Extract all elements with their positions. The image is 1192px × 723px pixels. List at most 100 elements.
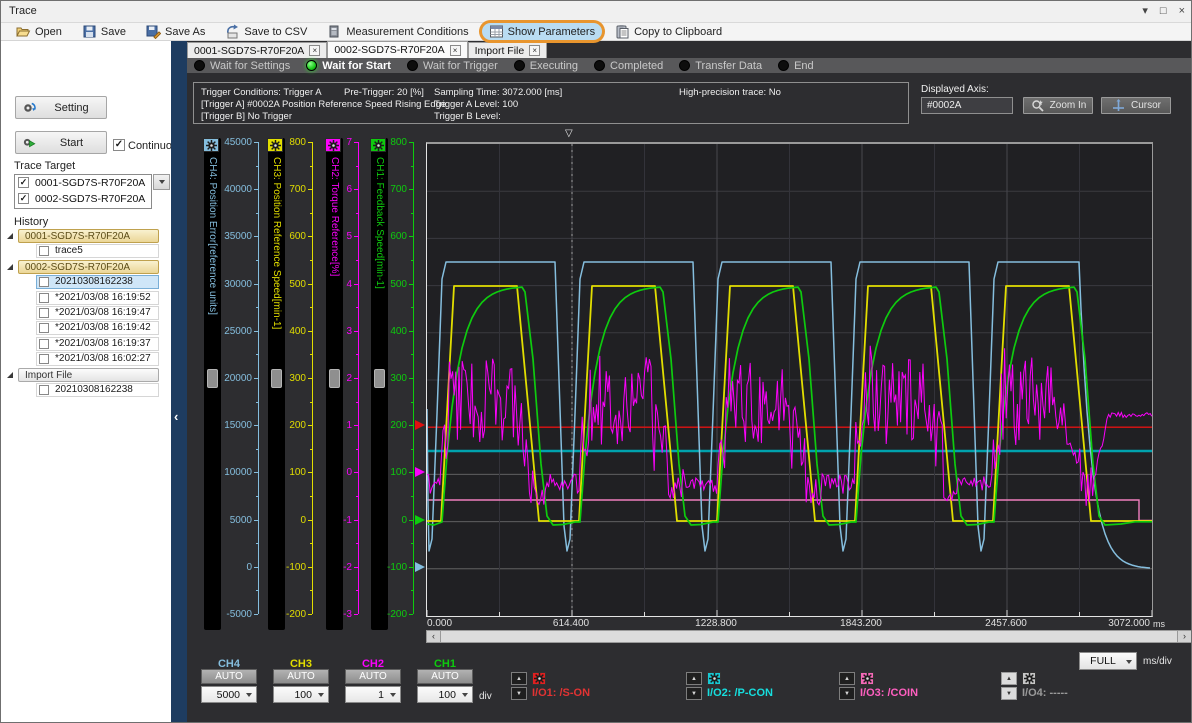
trace-target-checkbox[interactable]: ✓ [18, 193, 29, 204]
auto-scale-button-ch4[interactable]: AUTO [201, 669, 257, 684]
history-item-checkbox[interactable] [39, 385, 49, 395]
scroll-right-icon[interactable]: › [1178, 631, 1191, 642]
io-up-button[interactable]: ▲ [511, 672, 527, 685]
toolbar-save-button[interactable]: Save [75, 23, 133, 40]
axis-tick-label: 800 [282, 137, 306, 148]
displayed-axis-select[interactable]: #0002A [921, 97, 1013, 114]
history-item-checkbox[interactable] [39, 246, 49, 256]
io-settings-gear-icon[interactable] [532, 672, 546, 685]
auto-scale-button-ch2[interactable]: AUTO [345, 669, 401, 684]
plot-region[interactable] [426, 142, 1153, 617]
window-close-button[interactable]: × [1179, 4, 1185, 19]
history-item-checkbox[interactable] [39, 308, 49, 318]
plot-horizontal-scrollbar[interactable]: ‹› [426, 630, 1192, 643]
div-value-select-ch1[interactable]: 100 [417, 686, 473, 703]
x-axis-tick-label: 3072.000 [1070, 618, 1150, 629]
history-item-2021-03-08-16-19-47[interactable]: *2021/03/08 16:19:47 [36, 306, 159, 320]
axis-tick-label: 7 [340, 137, 352, 148]
toolbar-show-parameters-button[interactable]: Show Parameters [482, 23, 602, 40]
io-down-button[interactable]: ▼ [1001, 687, 1017, 700]
div-value-select-ch2[interactable]: 1 [345, 686, 401, 703]
history-item-2021-03-08-16-19-42[interactable]: *2021/03/08 16:19:42 [36, 321, 159, 335]
toolbar-save-to-csv-button[interactable]: Save to CSV [218, 23, 314, 40]
history-item-checkbox[interactable] [39, 293, 49, 303]
cursor-button[interactable]: Cursor [1101, 97, 1171, 114]
history-item-2021-03-08-16-19-37[interactable]: *2021/03/08 16:19:37 [36, 337, 159, 351]
tab-0002-sgd7s-r70f20a[interactable]: 0002-SGD7S-R70F20A× [327, 41, 467, 58]
history-item-20210308162238[interactable]: 20210308162238 [36, 383, 159, 397]
status-step-label: Wait for Trigger [423, 60, 498, 72]
io-up-button[interactable]: ▲ [839, 672, 855, 685]
toolbar-measurement-conditions-button[interactable]: Measurement Conditions [320, 23, 475, 40]
start-button[interactable]: Start [15, 131, 107, 154]
tab-close-icon[interactable]: × [450, 45, 461, 56]
scroll-left-icon[interactable]: ‹ [427, 631, 440, 642]
status-step-label: Wait for Settings [210, 60, 290, 72]
axis-slider-handle-ch1[interactable] [374, 369, 385, 388]
status-step-wait-for-settings: Wait for Settings [194, 60, 290, 72]
history-item-checkbox[interactable] [39, 354, 49, 364]
measurement-conditions-icon [327, 24, 342, 39]
continuous-checkbox[interactable]: ✓ [113, 139, 125, 151]
toolbar-open-button[interactable]: Open [9, 23, 69, 40]
axis-tick-label: 1 [340, 420, 352, 431]
io-down-button[interactable]: ▼ [686, 687, 702, 700]
tab-close-icon[interactable]: × [529, 45, 540, 56]
scrollbar-thumb[interactable] [440, 631, 1178, 642]
window-maximize-button[interactable]: □ [1160, 4, 1167, 19]
history-item-20210308162238[interactable]: 20210308162238 [36, 275, 159, 289]
axis-tick-label: 200 [282, 420, 306, 431]
auto-scale-button-ch1[interactable]: AUTO [417, 669, 473, 684]
io-down-button[interactable]: ▼ [839, 687, 855, 700]
history-group-import-file[interactable]: Import File [18, 368, 159, 382]
history-item-checkbox[interactable] [39, 277, 49, 287]
axis-slider-handle-ch4[interactable] [207, 369, 218, 388]
setting-gear-icon [22, 100, 37, 115]
trace-target-dropdown-button[interactable] [153, 174, 170, 190]
axis-title-ch4: CH4: Position Error[reference units] [207, 157, 218, 315]
time-range-select[interactable]: FULL [1079, 652, 1137, 670]
axis-slider-handle-ch2[interactable] [329, 369, 340, 388]
axis-settings-gear-icon-ch4[interactable] [203, 138, 219, 152]
trace-target-0002-sgd7s-r70f20a[interactable]: 0002-SGD7S-R70F20A✓ [15, 191, 151, 207]
history-item-checkbox[interactable] [39, 339, 49, 349]
tab-close-icon[interactable]: × [309, 45, 320, 56]
axis-settings-gear-icon-ch1[interactable] [370, 138, 386, 152]
trace-target-listbox[interactable]: 0001-SGD7S-R70F20A✓0002-SGD7S-R70F20A✓ [14, 174, 152, 209]
io-settings-gear-icon[interactable] [860, 672, 874, 685]
tab-0001-sgd7s-r70f20a[interactable]: 0001-SGD7S-R70F20A× [187, 42, 327, 58]
io-settings-gear-icon[interactable] [707, 672, 721, 685]
axis-tick-label: 200 [385, 420, 407, 431]
history-item-trace5[interactable]: trace5 [36, 244, 159, 258]
tree-expander-icon[interactable] [7, 372, 13, 378]
setting-button[interactable]: Setting [15, 96, 107, 119]
history-item-2021-03-08-16-02-27[interactable]: *2021/03/08 16:02:27 [36, 352, 159, 366]
div-value-select-ch3[interactable]: 100 [273, 686, 329, 703]
zoom-in-button[interactable]: Zoom In [1023, 97, 1093, 114]
axis-slider-handle-ch3[interactable] [271, 369, 282, 388]
trace-target-0001-sgd7s-r70f20a[interactable]: 0001-SGD7S-R70F20A✓ [15, 175, 151, 191]
axis-settings-gear-icon-ch3[interactable] [267, 138, 283, 152]
toolbar-copy-to-clipboard-button[interactable]: Copy to Clipboard [608, 23, 729, 40]
tab-import-file[interactable]: Import File× [468, 42, 548, 58]
div-value-select-ch4[interactable]: 5000 [201, 686, 257, 703]
io-up-button[interactable]: ▲ [686, 672, 702, 685]
axis-settings-gear-icon-ch2[interactable] [325, 138, 341, 152]
history-item-2021-03-08-16-19-52[interactable]: *2021/03/08 16:19:52 [36, 291, 159, 305]
history-item-checkbox[interactable] [39, 323, 49, 333]
history-group-0001-sgd7s-r70f20a[interactable]: 0001-SGD7S-R70F20A [18, 229, 159, 243]
io-group-4: ▲▼I/O4: ----- [1001, 672, 1131, 700]
window-window-menu-button[interactable]: ▾ [1142, 4, 1148, 19]
trigger-position-marker[interactable]: ▽ [565, 128, 573, 139]
sidebar-collapse-strip[interactable]: ‹ [171, 41, 187, 723]
tree-expander-icon[interactable] [7, 264, 13, 270]
io-settings-gear-icon[interactable] [1022, 672, 1036, 685]
io-up-button[interactable]: ▲ [1001, 672, 1017, 685]
auto-scale-button-ch3[interactable]: AUTO [273, 669, 329, 684]
tree-expander-icon[interactable] [7, 233, 13, 239]
io-down-button[interactable]: ▼ [511, 687, 527, 700]
history-group-0002-sgd7s-r70f20a[interactable]: 0002-SGD7S-R70F20A [18, 260, 159, 274]
axis-tick-label: -100 [385, 562, 407, 573]
toolbar-save-as-button[interactable]: Save As [139, 23, 212, 40]
trace-target-checkbox[interactable]: ✓ [18, 177, 29, 188]
